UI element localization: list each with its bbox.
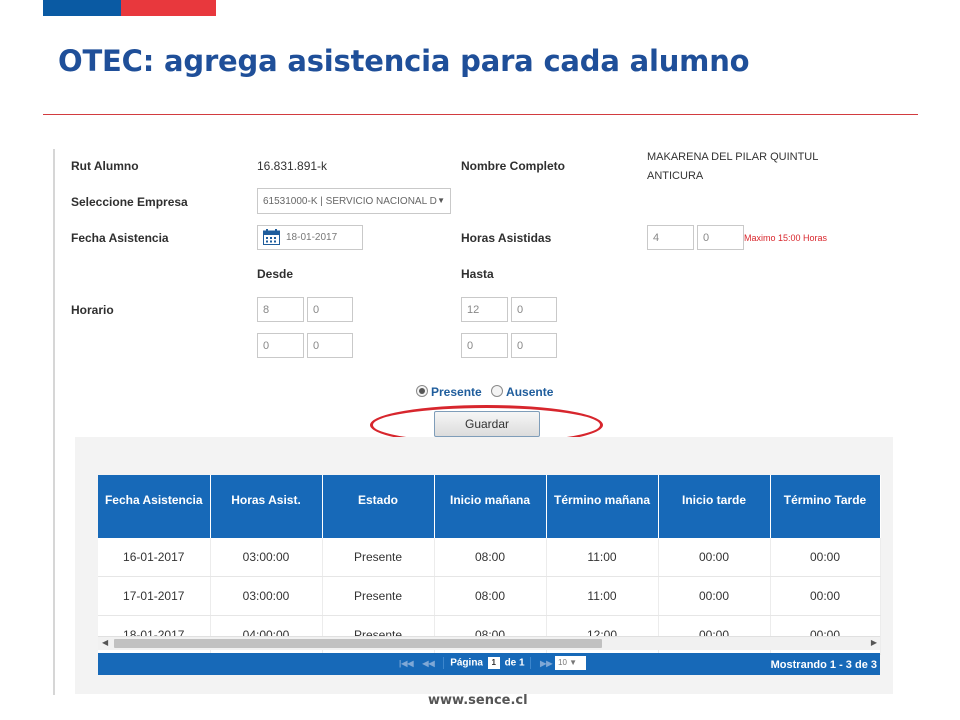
page-title: OTEC: agrega asistencia para cada alumno: [58, 44, 750, 78]
desde-label: Desde: [257, 267, 294, 281]
table-cell: 03:00:00: [210, 576, 323, 616]
title-divider: [43, 114, 918, 115]
table-cell: 08:00: [434, 538, 547, 577]
presente-label[interactable]: Presente: [431, 385, 482, 399]
hasta-hour-input-1[interactable]: 12: [461, 297, 508, 322]
flag-red-bar: [121, 0, 216, 16]
page-size-value: 10: [558, 658, 567, 667]
table-cell: 03:00:00: [210, 538, 323, 577]
table-cell: 00:00: [658, 576, 771, 616]
table-cell: 17-01-2017: [98, 576, 211, 616]
hasta-label: Hasta: [461, 267, 494, 281]
empresa-label: Seleccione Empresa: [71, 195, 188, 209]
nombre-label: Nombre Completo: [461, 159, 566, 173]
page-of-label: de 1: [504, 657, 525, 669]
col-inicio-manana[interactable]: Inicio mañana: [434, 475, 547, 538]
page-number-input[interactable]: 1: [487, 657, 500, 669]
dropdown-caret-icon: ▼: [569, 658, 578, 667]
table-header-row: Fecha Asistencia Horas Asist. Estado Ini…: [98, 475, 881, 538]
col-termino-tarde[interactable]: Término Tarde: [770, 475, 881, 538]
dropdown-caret-icon: ▼: [437, 196, 445, 205]
pager-separator: [530, 657, 532, 669]
footer-url: www.sence.cl: [428, 693, 528, 708]
table-cell: Presente: [322, 538, 435, 577]
flag-blue-bar: [43, 0, 121, 16]
page-label: Página: [450, 657, 483, 669]
col-estado[interactable]: Estado: [322, 475, 435, 538]
fecha-input[interactable]: 18-01-2017: [257, 225, 363, 250]
next-page-icon[interactable]: ▶▶: [540, 659, 552, 668]
table-cell: Presente: [322, 576, 435, 616]
ausente-label[interactable]: Ausente: [506, 385, 553, 399]
horario-label: Horario: [71, 303, 114, 317]
col-horas-asist[interactable]: Horas Asist.: [210, 475, 323, 538]
ausente-radio[interactable]: [491, 385, 504, 397]
horizontal-scrollbar[interactable]: ◀ ▶: [98, 636, 880, 650]
rut-label: Rut Alumno: [71, 159, 139, 173]
fecha-label: Fecha Asistencia: [71, 231, 169, 245]
presente-radio[interactable]: [416, 385, 428, 397]
fecha-value: 18-01-2017: [286, 232, 338, 243]
desde-hour-input-1[interactable]: 8: [257, 297, 304, 322]
hasta-hour-input-2[interactable]: 0: [461, 333, 508, 358]
scroll-right-icon[interactable]: ▶: [871, 638, 877, 647]
empresa-selected-value: 61531000-K | SERVICIO NACIONAL D: [263, 196, 437, 207]
desde-minute-input-2[interactable]: 0: [307, 333, 353, 358]
prev-page-icon[interactable]: ◀◀: [422, 659, 434, 668]
table-cell: 00:00: [770, 538, 881, 577]
desde-hour-input-2[interactable]: 0: [257, 333, 304, 358]
table-cell: 08:00: [434, 576, 547, 616]
attendance-table: Fecha Asistencia Horas Asist. Estado Ini…: [98, 475, 881, 655]
horas-minutes-input[interactable]: 0: [697, 225, 744, 250]
col-inicio-tarde[interactable]: Inicio tarde: [658, 475, 771, 538]
page-size-select[interactable]: 10 ▼: [555, 656, 586, 670]
table-cell: 00:00: [770, 576, 881, 616]
table-row[interactable]: 16-01-2017 03:00:00 Presente 08:00 11:00…: [98, 538, 881, 577]
col-fecha-asistencia[interactable]: Fecha Asistencia: [98, 475, 211, 538]
nombre-value: MAKARENA DEL PILAR QUINTUL ANTICURA: [647, 151, 818, 182]
empresa-select[interactable]: 61531000-K | SERVICIO NACIONAL D ▼: [257, 188, 451, 214]
table-cell: 00:00: [658, 538, 771, 577]
left-border: [53, 149, 55, 695]
rut-value: 16.831.891-k: [257, 159, 328, 173]
scrollbar-thumb[interactable]: [114, 639, 602, 648]
calendar-icon[interactable]: [263, 229, 280, 245]
first-page-icon[interactable]: |◀◀: [399, 659, 414, 668]
pager-separator: [443, 657, 445, 669]
table-row[interactable]: 17-01-2017 03:00:00 Presente 08:00 11:00…: [98, 576, 881, 616]
scroll-left-icon[interactable]: ◀: [102, 638, 108, 647]
table-cell: 11:00: [546, 576, 659, 616]
horas-hours-input[interactable]: 4: [647, 225, 694, 250]
showing-records-text: Mostrando 1 - 3 de 3: [770, 659, 877, 671]
pagination-bar: |◀◀ ◀◀ Página 1 de 1 ▶▶ ▶▶| 10 ▼ Mostran…: [98, 653, 880, 675]
status-radio-group: Presente Ausente: [416, 385, 553, 399]
hasta-minute-input-2[interactable]: 0: [511, 333, 557, 358]
horas-label: Horas Asistidas: [461, 231, 552, 245]
col-termino-manana[interactable]: Término mañana: [546, 475, 659, 538]
table-cell: 16-01-2017: [98, 538, 211, 577]
table-cell: 11:00: [546, 538, 659, 577]
maximo-hint: Maximo 15:00 Horas: [744, 233, 828, 243]
hasta-minute-input-1[interactable]: 0: [511, 297, 557, 322]
desde-minute-input-1[interactable]: 0: [307, 297, 353, 322]
